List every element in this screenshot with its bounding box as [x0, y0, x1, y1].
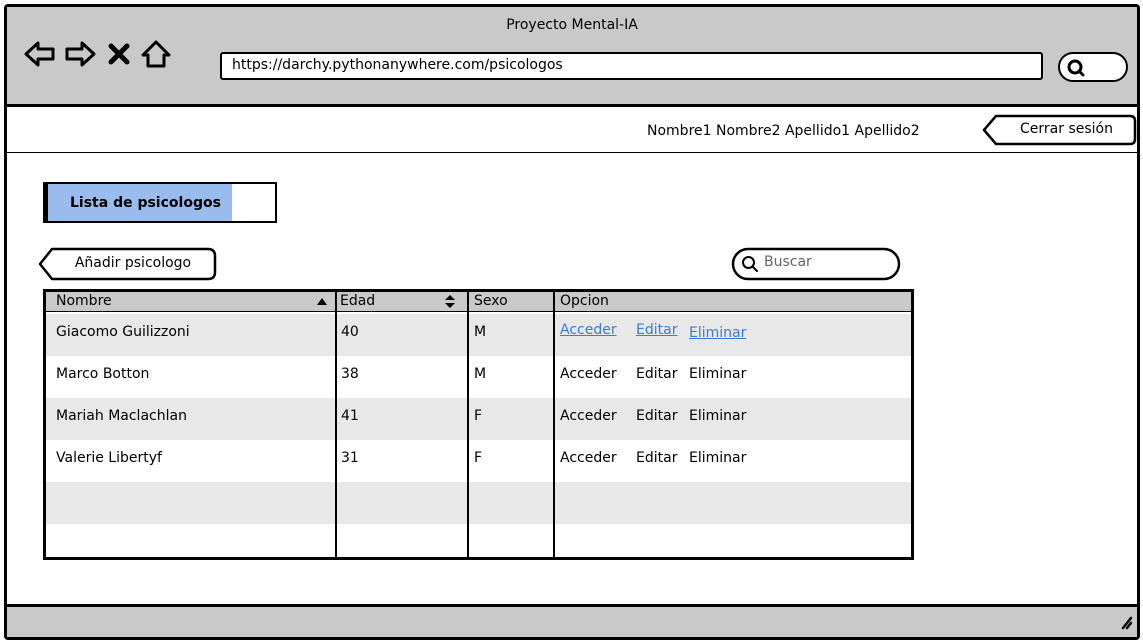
table-header: Nombre Edad Sexo Opcion [46, 292, 911, 312]
acceder-option[interactable]: Acceder [560, 366, 617, 382]
editar-link[interactable]: Editar [636, 322, 677, 338]
sort-up-icon[interactable] [316, 296, 328, 306]
cell-sexo: M [474, 324, 487, 340]
column-header-nombre[interactable]: Nombre [56, 293, 112, 309]
editar-option[interactable]: Editar [636, 450, 677, 466]
address-bar[interactable]: https://darchy.pythonanywhere.com/psicol… [220, 52, 1043, 80]
section-title-label: Lista de psicologos [70, 195, 221, 211]
forward-arrow-icon[interactable] [63, 37, 97, 71]
eliminar-link[interactable]: Eliminar [689, 325, 746, 341]
column-divider [553, 292, 555, 557]
status-bar [7, 604, 1137, 637]
resize-grip-icon[interactable] [1119, 615, 1133, 634]
column-divider [335, 292, 337, 557]
table-row-empty [46, 524, 911, 557]
table-row[interactable]: Marco Botton 38 M Acceder Editar Elimina… [46, 356, 911, 398]
cell-sexo: M [474, 366, 487, 382]
add-psicologo-button[interactable]: Añadir psicologo [38, 247, 218, 281]
window-title: Proyecto Mental-IA [506, 17, 638, 33]
acceder-option[interactable]: Acceder [560, 408, 617, 424]
cell-sexo: F [474, 408, 483, 424]
cell-nombre: Marco Botton [56, 366, 150, 382]
sort-updown-icon[interactable] [444, 294, 456, 309]
search-icon [1067, 59, 1085, 77]
psicologos-table: Nombre Edad Sexo Opcion Giacomo Guilizzo… [43, 289, 914, 560]
editar-option[interactable]: Editar [636, 408, 677, 424]
cell-nombre: Valerie Libertyf [56, 450, 162, 466]
acceder-option[interactable]: Acceder [560, 450, 617, 466]
acceder-link[interactable]: Acceder [560, 322, 617, 338]
column-header-opcion: Opcion [560, 293, 609, 309]
search-input[interactable]: Buscar [731, 247, 901, 281]
table-row-empty [46, 482, 911, 524]
user-header: Nombre1 Nombre2 Apellido1 Apellido2 Cerr… [7, 110, 1137, 153]
editar-option[interactable]: Editar [636, 366, 677, 382]
cell-edad: 41 [341, 408, 359, 424]
section-title: Lista de psicologos [43, 182, 277, 223]
search-icon [742, 256, 758, 272]
browser-chrome: Proyecto Mental-IA https://darchy.python… [7, 7, 1137, 107]
cell-nombre: Mariah Maclachlan [56, 408, 187, 424]
back-arrow-icon[interactable] [23, 37, 57, 71]
search-placeholder: Buscar [764, 254, 812, 270]
column-divider [467, 292, 469, 557]
table-row[interactable]: Giacomo Guilizzoni 40 M Acceder Editar E… [46, 314, 911, 356]
add-psicologo-label: Añadir psicologo [74, 255, 192, 271]
column-header-sexo[interactable]: Sexo [474, 293, 508, 309]
cell-sexo: F [474, 450, 483, 466]
cell-edad: 38 [341, 366, 359, 382]
column-header-edad[interactable]: Edad [340, 293, 375, 309]
user-name: Nombre1 Nombre2 Apellido1 Apellido2 [647, 123, 920, 139]
close-icon[interactable] [105, 37, 133, 71]
browser-search-button[interactable] [1058, 52, 1128, 82]
eliminar-option[interactable]: Eliminar [689, 450, 746, 466]
cell-edad: 40 [341, 324, 359, 340]
browser-window: Proyecto Mental-IA https://darchy.python… [4, 4, 1140, 640]
eliminar-option[interactable]: Eliminar [689, 366, 746, 382]
eliminar-option[interactable]: Eliminar [689, 408, 746, 424]
table-row[interactable]: Valerie Libertyf 31 F Acceder Editar Eli… [46, 440, 911, 482]
home-icon[interactable] [139, 37, 173, 71]
cell-edad: 31 [341, 450, 359, 466]
logout-label: Cerrar sesión [1020, 121, 1113, 137]
cell-nombre: Giacomo Guilizzoni [56, 324, 190, 340]
table-row[interactable]: Mariah Maclachlan 41 F Acceder Editar El… [46, 398, 911, 440]
logout-button[interactable]: Cerrar sesión [982, 114, 1137, 146]
